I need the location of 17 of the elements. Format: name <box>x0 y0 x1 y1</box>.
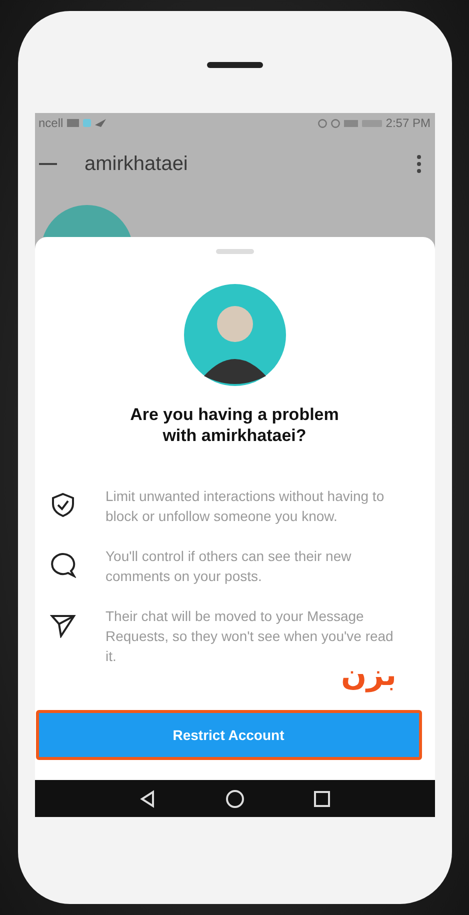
restrict-account-button[interactable]: Restrict Account <box>36 710 422 760</box>
paper-plane-icon <box>95 119 106 127</box>
notification-icon <box>83 119 92 127</box>
more-icon[interactable] <box>416 155 420 173</box>
profile-username: amirkhataei <box>84 152 188 176</box>
feature-description: Limit unwanted interactions without having to block or unfollow someone you know. <box>106 487 386 526</box>
speaker-grille <box>206 62 262 68</box>
paper-plane-icon <box>50 612 76 638</box>
status-time: 2:57 PM <box>386 116 430 130</box>
carrier-name: ncell <box>38 116 64 130</box>
speech-bubble-icon <box>50 552 76 578</box>
recent-apps-icon[interactable] <box>312 790 330 808</box>
sheet-title: Are you having a problem with amirkhataei? <box>129 404 340 446</box>
shield-check-icon <box>50 492 76 518</box>
sheet-handle[interactable] <box>216 249 254 254</box>
home-icon[interactable] <box>224 788 244 808</box>
feature-description: You'll control if others can see their new comments on your posts. <box>106 547 352 586</box>
